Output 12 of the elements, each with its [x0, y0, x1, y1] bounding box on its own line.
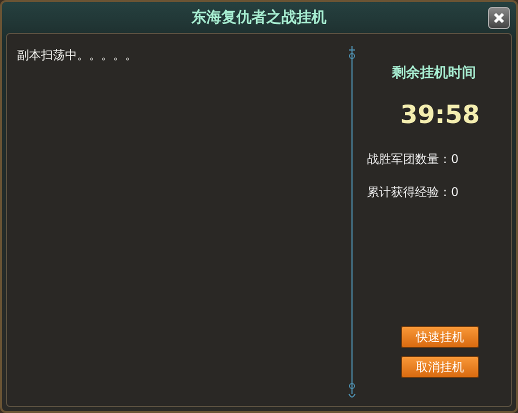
stat-label: 累计获得经验：: [367, 185, 451, 199]
window-title: 东海复仇者之战挂机: [192, 8, 326, 27]
close-button[interactable]: [488, 7, 510, 29]
action-button[interactable]: 快速挂机: [401, 326, 479, 348]
timer-label: 剩余挂机时间: [392, 64, 476, 82]
action-button[interactable]: 取消挂机: [401, 356, 479, 378]
close-icon: [493, 12, 505, 24]
status-text: 副本扫荡中。。。。。: [17, 48, 137, 62]
stat-value: 0: [451, 185, 459, 199]
stat-value: 0: [451, 152, 459, 166]
timer-value: 39:58: [400, 100, 480, 129]
stat-label: 战胜军团数量：: [367, 152, 451, 166]
